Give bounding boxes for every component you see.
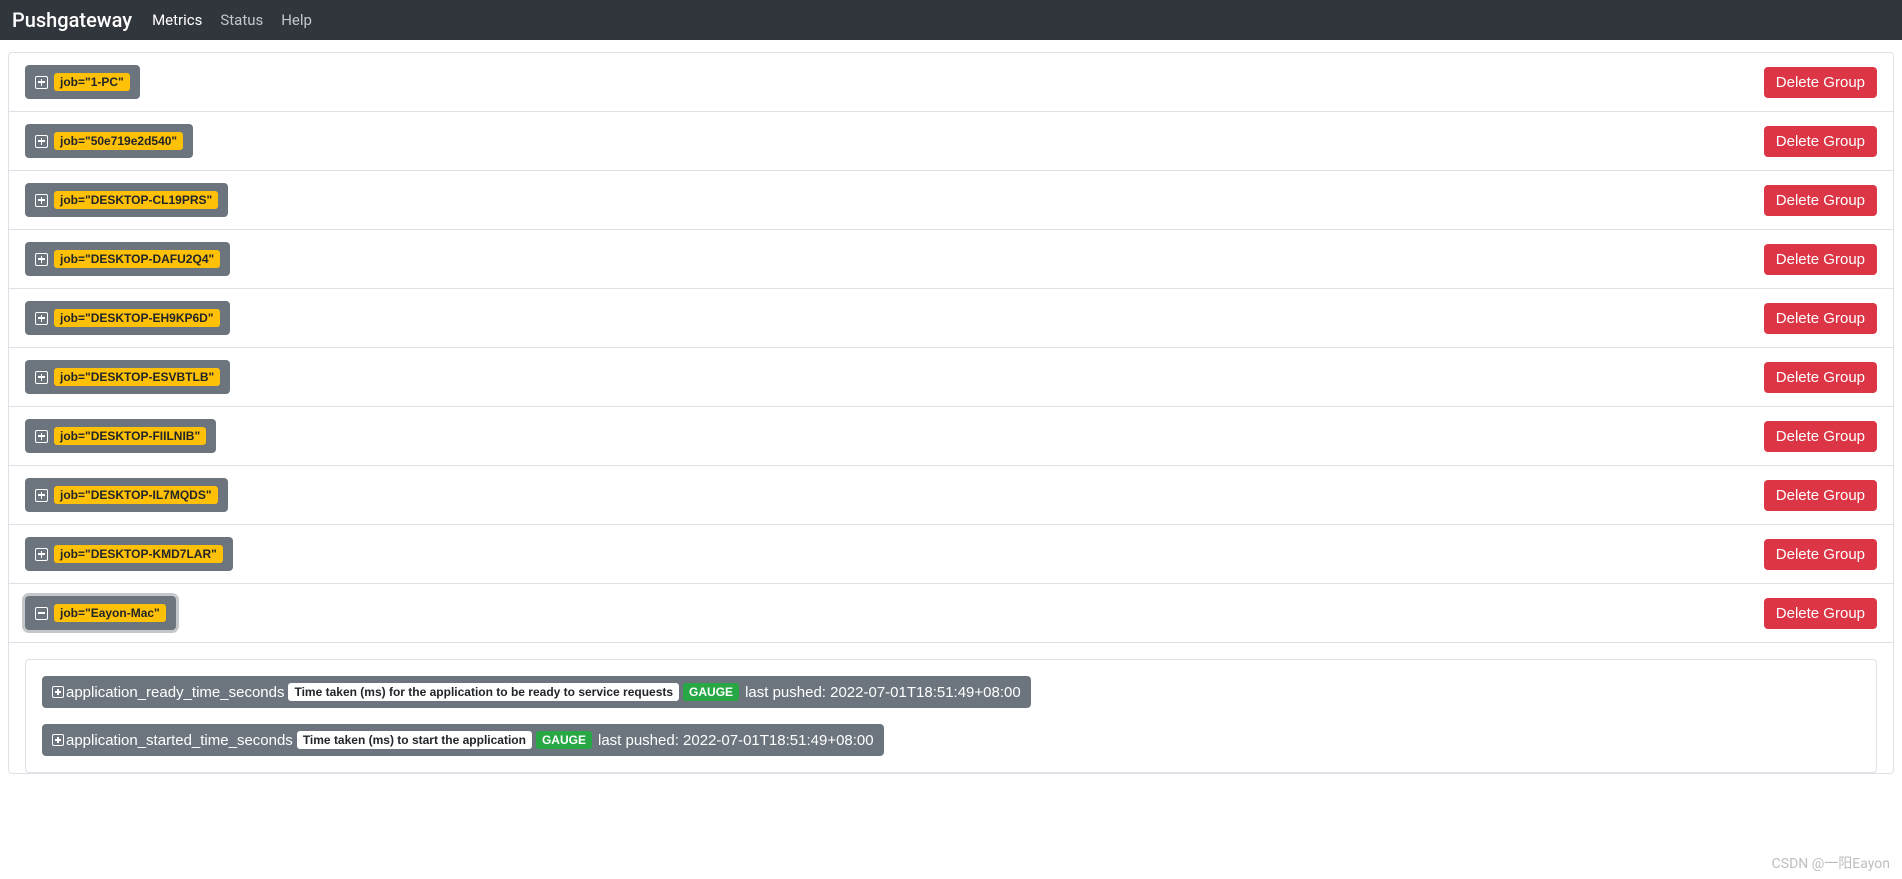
nav-link-status[interactable]: Status — [220, 11, 263, 29]
delete-group-button[interactable]: Delete Group — [1764, 67, 1877, 98]
delete-group-button[interactable]: Delete Group — [1764, 126, 1877, 157]
metric-last-pushed: last pushed: 2022-07-01T18:51:49+08:00 — [745, 684, 1021, 701]
plus-icon — [52, 686, 64, 698]
groups-card: job="1-PC" Delete Group job="50e719e2d54… — [8, 52, 1894, 774]
metric-row: application_started_time_seconds Time ta… — [42, 724, 1860, 756]
metric-type-badge: GAUGE — [683, 683, 739, 701]
metric-last-pushed: last pushed: 2022-07-01T18:51:49+08:00 — [598, 732, 874, 749]
plus-icon — [35, 430, 48, 443]
plus-icon — [35, 194, 48, 207]
nav-link-help[interactable]: Help — [281, 11, 312, 29]
group-row: job="DESKTOP-DAFU2Q4" Delete Group — [9, 230, 1893, 289]
expand-group-button[interactable]: job="DESKTOP-CL19PRS" — [25, 183, 228, 217]
group-row: job="DESKTOP-ESVBTLB" Delete Group — [9, 348, 1893, 407]
metric-name: application_ready_time_seconds — [66, 684, 284, 701]
delete-group-button[interactable]: Delete Group — [1764, 362, 1877, 393]
group-row: job="DESKTOP-KMD7LAR" Delete Group — [9, 525, 1893, 584]
expand-group-button[interactable]: job="DESKTOP-IL7MQDS" — [25, 478, 228, 512]
expand-metric-button[interactable]: application_ready_time_seconds Time take… — [42, 676, 1031, 708]
job-badge: job="50e719e2d540" — [54, 132, 183, 150]
delete-group-button[interactable]: Delete Group — [1764, 185, 1877, 216]
plus-icon — [35, 312, 48, 325]
job-badge: job="1-PC" — [54, 73, 130, 91]
group-row: job="1-PC" Delete Group — [9, 53, 1893, 112]
job-badge: job="DESKTOP-IL7MQDS" — [54, 486, 218, 504]
job-badge: job="DESKTOP-KMD7LAR" — [54, 545, 223, 563]
nav-link-metrics[interactable]: Metrics — [152, 11, 202, 29]
metric-help-badge: Time taken (ms) to start the application — [297, 731, 532, 749]
plus-icon — [35, 76, 48, 89]
job-badge: job="DESKTOP-EH9KP6D" — [54, 309, 220, 327]
plus-icon — [35, 253, 48, 266]
plus-icon — [35, 548, 48, 561]
expand-group-button[interactable]: job="DESKTOP-EH9KP6D" — [25, 301, 230, 335]
group-row: job="50e719e2d540" Delete Group — [9, 112, 1893, 171]
job-badge: job="DESKTOP-CL19PRS" — [54, 191, 218, 209]
metric-type-badge: GAUGE — [536, 731, 592, 749]
plus-icon — [35, 489, 48, 502]
job-badge: job="DESKTOP-ESVBTLB" — [54, 368, 220, 386]
plus-icon — [35, 371, 48, 384]
watermark: CSDN @一阳Eayon — [1772, 853, 1890, 873]
group-row: job="DESKTOP-IL7MQDS" Delete Group — [9, 466, 1893, 525]
delete-group-button[interactable]: Delete Group — [1764, 421, 1877, 452]
delete-group-button[interactable]: Delete Group — [1764, 598, 1877, 629]
navbar-brand[interactable]: Pushgateway — [12, 8, 132, 32]
expand-group-button[interactable]: job="Eayon-Mac" — [25, 596, 176, 630]
expand-metric-button[interactable]: application_started_time_seconds Time ta… — [42, 724, 884, 756]
expand-group-button[interactable]: job="DESKTOP-ESVBTLB" — [25, 360, 230, 394]
group-row: job="DESKTOP-EH9KP6D" Delete Group — [9, 289, 1893, 348]
minus-icon — [35, 607, 48, 620]
group-row: job="DESKTOP-CL19PRS" Delete Group — [9, 171, 1893, 230]
group-row: job="DESKTOP-FIILNIB" Delete Group — [9, 407, 1893, 466]
expand-group-button[interactable]: job="1-PC" — [25, 65, 140, 99]
expand-group-button[interactable]: job="DESKTOP-FIILNIB" — [25, 419, 216, 453]
expand-group-button[interactable]: job="DESKTOP-KMD7LAR" — [25, 537, 233, 571]
delete-group-button[interactable]: Delete Group — [1764, 244, 1877, 275]
delete-group-button[interactable]: Delete Group — [1764, 480, 1877, 511]
delete-group-button[interactable]: Delete Group — [1764, 539, 1877, 570]
navbar: Pushgateway Metrics Status Help — [0, 0, 1902, 40]
job-badge: job="Eayon-Mac" — [54, 604, 166, 622]
group-row: job="Eayon-Mac" Delete Group — [9, 584, 1893, 643]
plus-icon — [52, 734, 64, 746]
job-badge: job="DESKTOP-DAFU2Q4" — [54, 250, 220, 268]
plus-icon — [35, 135, 48, 148]
metric-help-badge: Time taken (ms) for the application to b… — [288, 683, 679, 701]
metrics-panel: application_ready_time_seconds Time take… — [25, 659, 1877, 773]
expand-group-button[interactable]: job="50e719e2d540" — [25, 124, 193, 158]
job-badge: job="DESKTOP-FIILNIB" — [54, 427, 206, 445]
delete-group-button[interactable]: Delete Group — [1764, 303, 1877, 334]
expand-group-button[interactable]: job="DESKTOP-DAFU2Q4" — [25, 242, 230, 276]
metric-name: application_started_time_seconds — [66, 732, 293, 749]
main-container: job="1-PC" Delete Group job="50e719e2d54… — [0, 40, 1902, 794]
metric-row: application_ready_time_seconds Time take… — [42, 676, 1860, 708]
